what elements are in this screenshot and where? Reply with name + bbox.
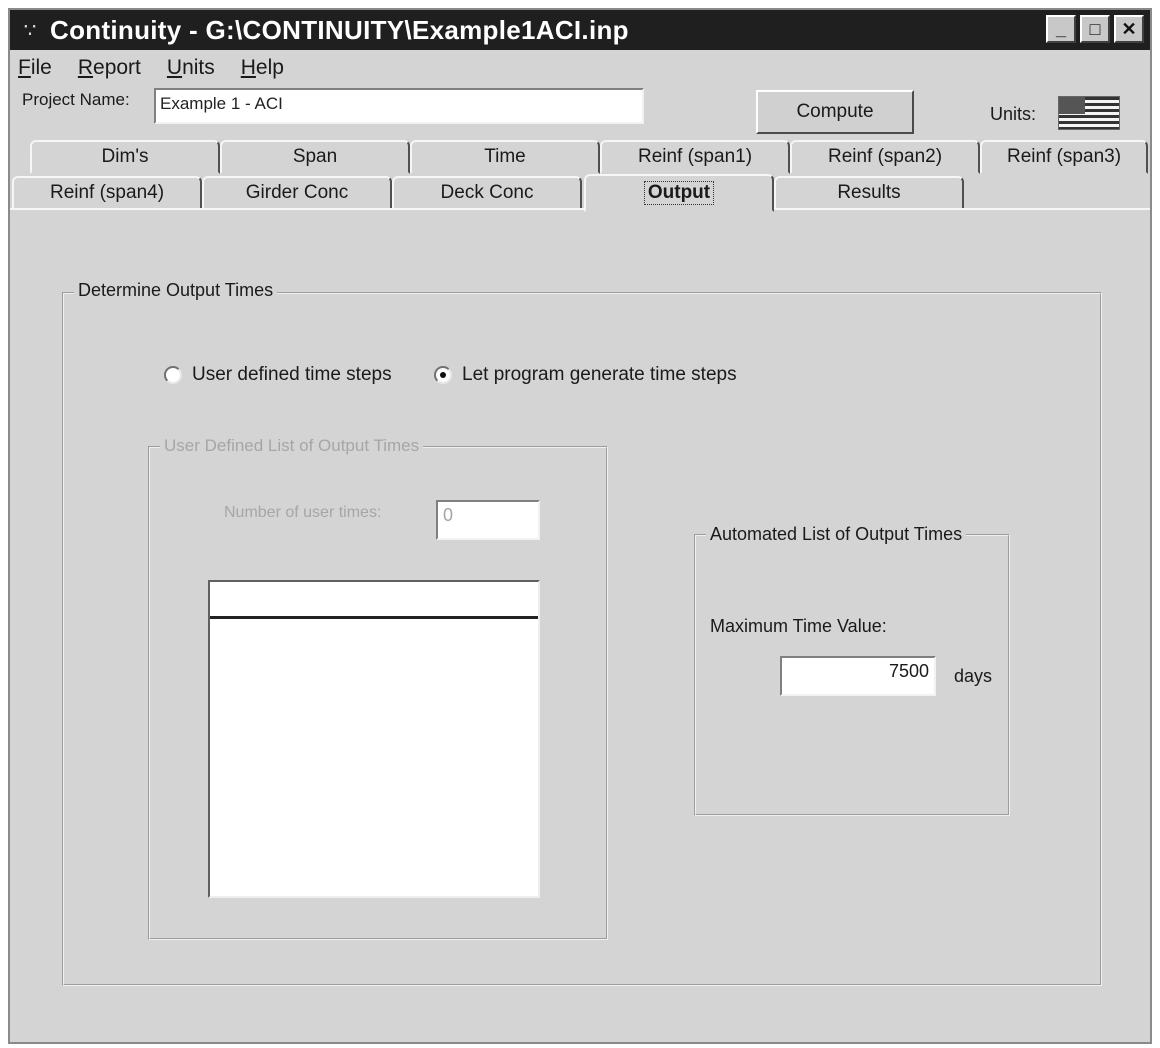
menu-bar: File Report Units Help	[18, 56, 284, 80]
determine-output-times-title: Determine Output Times	[74, 280, 278, 301]
radio-program-generated[interactable]: Let program generate time steps	[434, 364, 737, 386]
radio-user-defined-indicator[interactable]	[164, 366, 182, 384]
project-name-input[interactable]: Example 1 - ACI	[154, 88, 644, 124]
project-name-label: Project Name:	[22, 90, 130, 109]
radio-program-generated-indicator[interactable]	[434, 366, 452, 384]
minimize-button[interactable]: _	[1046, 15, 1076, 43]
radio-user-defined[interactable]: User defined time steps	[164, 364, 392, 386]
tab-girder-conc[interactable]: Girder Conc	[202, 176, 392, 210]
tab-span[interactable]: Span	[220, 140, 410, 174]
tab-deck-conc[interactable]: Deck Conc	[392, 176, 582, 210]
us-flag-icon[interactable]	[1058, 96, 1120, 130]
output-tab-page: Determine Output Times User defined time…	[10, 208, 1150, 1042]
maximize-button[interactable]: □	[1080, 15, 1110, 43]
tab-reinf-span4[interactable]: Reinf (span4)	[12, 176, 202, 210]
units-label: Units:	[990, 104, 1037, 124]
tab-time[interactable]: Time	[410, 140, 600, 174]
user-defined-list-group: User Defined List of Output Times Number…	[148, 436, 608, 940]
maximum-time-unit: days	[954, 666, 993, 686]
automated-list-group: Automated List of Output Times Maximum T…	[694, 524, 1010, 816]
user-times-list[interactable]	[208, 580, 540, 898]
menu-help[interactable]: Help	[241, 56, 284, 80]
tab-results[interactable]: Results	[774, 176, 964, 210]
tab-reinf-span3[interactable]: Reinf (span3)	[980, 140, 1148, 174]
automated-list-title: Automated List of Output Times	[706, 524, 967, 545]
menu-report[interactable]: Report	[78, 56, 141, 80]
maximum-time-input[interactable]: 7500	[780, 656, 936, 696]
radio-user-defined-label: User defined time steps	[192, 364, 392, 385]
app-window: ∵ Continuity - G:\CONTINUITY\Example1ACI…	[8, 8, 1152, 1044]
determine-output-times-group: Determine Output Times User defined time…	[62, 280, 1102, 986]
user-defined-list-title: User Defined List of Output Times	[160, 436, 424, 456]
radio-program-generated-label: Let program generate time steps	[462, 364, 737, 385]
number-of-user-times-input[interactable]: 0	[436, 500, 540, 540]
app-icon[interactable]: ∵	[10, 18, 50, 43]
menu-file[interactable]: File	[18, 56, 52, 80]
tab-reinf-span1[interactable]: Reinf (span1)	[600, 140, 790, 174]
maximum-time-label: Maximum Time Value:	[710, 616, 887, 636]
user-times-list-header	[210, 582, 538, 619]
tab-dims[interactable]: Dim's	[30, 140, 220, 174]
compute-button[interactable]: Compute	[756, 90, 914, 134]
tab-output[interactable]: Output	[584, 174, 774, 212]
window-title: Continuity - G:\CONTINUITY\Example1ACI.i…	[50, 14, 629, 45]
number-of-user-times-label: Number of user times:	[224, 504, 382, 521]
close-button[interactable]: ✕	[1114, 15, 1144, 43]
window-controls: _ □ ✕	[1046, 15, 1144, 43]
title-bar[interactable]: ∵ Continuity - G:\CONTINUITY\Example1ACI…	[10, 10, 1150, 50]
tab-reinf-span2[interactable]: Reinf (span2)	[790, 140, 980, 174]
menu-units[interactable]: Units	[167, 56, 215, 80]
